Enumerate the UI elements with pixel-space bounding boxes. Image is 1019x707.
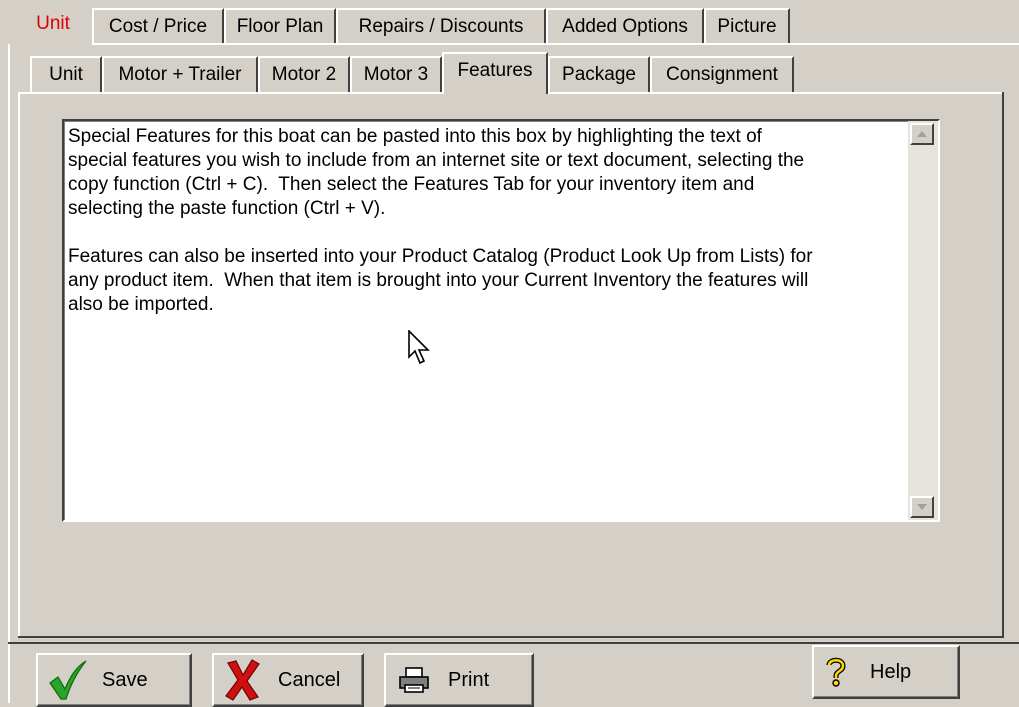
subtab-motor-3[interactable]: Motor 3 <box>350 56 442 92</box>
vertical-scrollbar[interactable] <box>908 121 938 520</box>
tab-label: Unit <box>49 64 83 85</box>
tab-picture[interactable]: Picture <box>704 8 790 44</box>
subtab-motor-trailer[interactable]: Motor + Trailer <box>102 56 258 92</box>
save-button[interactable]: Save <box>36 653 192 707</box>
subtab-package[interactable]: Package <box>548 56 650 92</box>
tab-label: Added Options <box>562 16 688 37</box>
arrow-up-icon <box>917 131 927 137</box>
question-mark-icon <box>822 657 850 687</box>
tab-label: Motor + Trailer <box>118 64 242 85</box>
features-textbox[interactable]: Special Features for this boat can be pa… <box>62 119 940 522</box>
save-label: Save <box>102 668 148 691</box>
x-icon <box>222 659 264 701</box>
panel-left-edge <box>18 92 20 638</box>
scroll-up-button[interactable] <box>910 123 934 145</box>
tab-label: Package <box>562 64 636 85</box>
subtab-unit[interactable]: Unit <box>30 56 102 92</box>
cancel-label: Cancel <box>278 668 341 691</box>
arrow-down-icon <box>917 504 927 510</box>
tab-label: Features <box>457 60 533 81</box>
help-button[interactable]: Help <box>812 645 960 699</box>
checkmark-icon <box>46 659 90 701</box>
tab-label: Repairs / Discounts <box>358 16 524 37</box>
sub-tab-baseline-left <box>18 92 442 94</box>
tab-label: Motor 2 <box>271 64 337 85</box>
mouse-pointer-icon <box>408 330 430 365</box>
tab-label: Consignment <box>666 64 778 85</box>
tab-label: Floor Plan <box>236 16 324 37</box>
tab-unit[interactable]: Unit <box>18 6 88 42</box>
tab-cost-price[interactable]: Cost / Price <box>92 8 224 44</box>
panel-right-edge <box>1002 92 1004 638</box>
features-text[interactable]: Special Features for this boat can be pa… <box>68 125 906 317</box>
tab-repairs-discounts[interactable]: Repairs / Discounts <box>336 8 546 44</box>
subtab-motor-2[interactable]: Motor 2 <box>258 56 350 92</box>
scroll-down-button[interactable] <box>910 496 934 518</box>
tab-label: Cost / Price <box>108 16 208 37</box>
cancel-button[interactable]: Cancel <box>212 653 364 707</box>
sub-tab-baseline-right <box>548 92 1004 94</box>
outer-bottom-edge <box>8 642 1019 644</box>
top-tab-baseline <box>92 43 1019 45</box>
tab-label: Unit <box>36 13 70 34</box>
tab-label: Picture <box>717 16 777 37</box>
printer-icon <box>396 666 432 694</box>
help-label: Help <box>870 660 912 683</box>
tab-added-options[interactable]: Added Options <box>546 8 704 44</box>
print-label: Print <box>448 668 490 691</box>
outer-left-edge <box>8 44 10 703</box>
tab-label: Motor 3 <box>363 64 429 85</box>
subtab-consignment[interactable]: Consignment <box>650 56 794 92</box>
tab-floor-plan[interactable]: Floor Plan <box>224 8 336 44</box>
subtab-features[interactable]: Features <box>442 52 548 94</box>
print-button[interactable]: Print <box>384 653 534 707</box>
panel-bottom-edge <box>18 636 1004 638</box>
